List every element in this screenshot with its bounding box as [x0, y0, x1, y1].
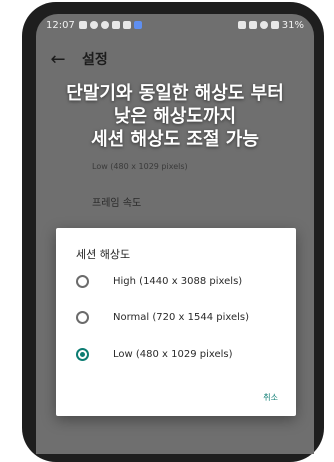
chat-icon [78, 21, 87, 29]
app-toolbar: ← 설정 [36, 44, 314, 74]
caption-line: 낮은 해상도까지 [113, 106, 237, 127]
caption-line: 세션 해상도 조절 가능 [91, 129, 259, 150]
system-icons: 31% [237, 19, 304, 31]
app-screen: 12:07 31% ← 설정 Low (480 x 1029 pixels) 프… [36, 14, 314, 454]
radio-unchecked-icon[interactable] [76, 275, 89, 288]
gallery-icon [111, 21, 120, 29]
notification-icons [78, 21, 142, 29]
setting-item-resolution[interactable]: Low (480 x 1029 pixels) [92, 160, 188, 171]
wifi-icon [259, 21, 268, 29]
setting-item-frame-rate[interactable]: 프레임 속도 [92, 194, 141, 209]
option-label: High (1440 x 3088 pixels) [113, 276, 243, 287]
option-label: Low (480 x 1029 pixels) [113, 349, 233, 360]
radio-checked-icon[interactable] [76, 348, 89, 361]
session-resolution-dialog: 세션 해상도 High (1440 x 3088 pixels) Normal … [56, 228, 296, 416]
signal-icon [270, 21, 279, 29]
battery-percent: 31% [281, 19, 304, 31]
dialog-title: 세션 해상도 [76, 248, 131, 261]
battery-saver-icon [237, 21, 246, 29]
option-high[interactable]: High (1440 x 3088 pixels) [76, 275, 242, 288]
status-bar: 12:07 31% [36, 14, 314, 36]
resolution-summary: Low (480 x 1029 pixels) [92, 162, 188, 171]
mail-icon [122, 21, 131, 29]
promo-caption: 단말기와 동일한 해상도 부터 낮은 해상도까지 세션 해상도 조절 가능 [36, 82, 314, 151]
frame-rate-title: 프레임 속도 [92, 198, 142, 209]
radio-unchecked-icon[interactable] [76, 311, 89, 324]
cancel-button[interactable]: 취소 [263, 392, 278, 403]
back-arrow-icon[interactable]: ← [48, 49, 68, 70]
mute-icon [248, 21, 257, 29]
app-icon [133, 21, 142, 29]
notification-icon [100, 21, 109, 29]
page-title: 설정 [82, 52, 108, 68]
status-time: 12:07 [46, 19, 75, 31]
notification-icon [89, 21, 98, 29]
option-normal[interactable]: Normal (720 x 1544 pixels) [76, 311, 249, 324]
option-label: Normal (720 x 1544 pixels) [113, 312, 250, 323]
option-low[interactable]: Low (480 x 1029 pixels) [76, 348, 233, 361]
caption-line: 단말기와 동일한 해상도 부터 [66, 83, 284, 104]
